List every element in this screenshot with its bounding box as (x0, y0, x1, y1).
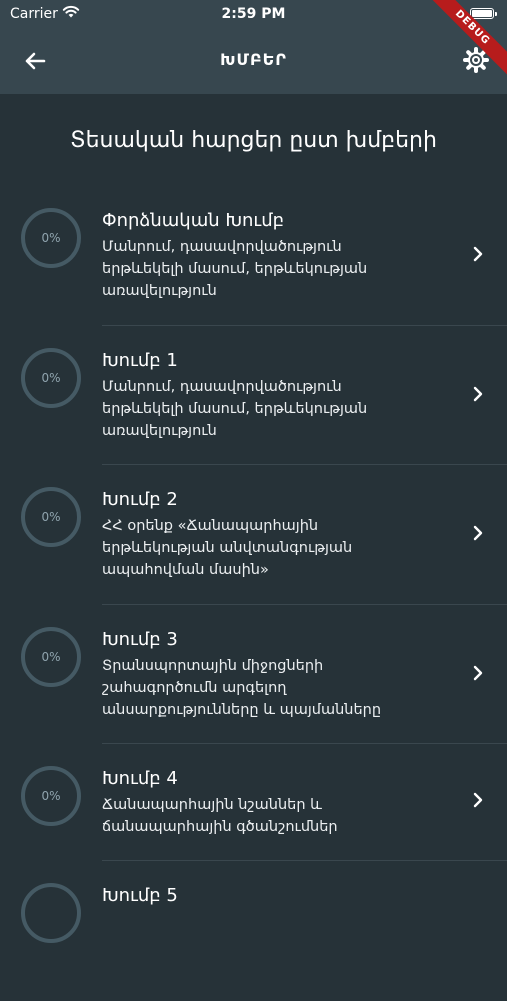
progress-label: 0% (41, 789, 61, 803)
app-bar: ԽՄԲԵՐ (0, 28, 507, 94)
chevron-right-icon (473, 665, 483, 680)
progress-label (25, 887, 77, 939)
group-title: Խումբ 1 (102, 349, 178, 371)
group-item-trial[interactable]: 0% Փորձնական Խումբ Մանրում, դասավորվածու… (0, 186, 507, 326)
group-title: Խումբ 4 (102, 768, 178, 789)
group-title: Փորձնական Խումբ (102, 210, 285, 231)
group-item-5[interactable]: Խումբ 5 (0, 861, 507, 1001)
progress-label: 0% (41, 370, 61, 385)
group-description: Ճանապարհային նշաններ և ճանապարհային գծան… (102, 797, 338, 835)
group-title: Խումբ 5 (102, 885, 178, 906)
page-title: ԽՄԲԵՐ (220, 50, 287, 69)
progress-ring: 0% (21, 347, 81, 408)
clock: 2:59 PM (221, 6, 286, 22)
chevron-right-icon (473, 386, 483, 401)
group-item-4[interactable]: 0% Խումբ 4 Ճանապարհային նշաններ և ճանապա… (0, 744, 507, 861)
status-bar: Carrier 2:59 PM (0, 0, 507, 28)
chevron-right-icon (473, 525, 483, 541)
group-title: Խումբ 2 (102, 489, 178, 510)
progress-ring: 0% (21, 766, 81, 826)
group-description: Տրանսպորտային միջոցների շահագործումն արգ… (102, 657, 382, 718)
progress-ring: 0% (21, 208, 81, 268)
progress-label: 0% (41, 649, 61, 664)
chevron-right-icon (473, 792, 483, 808)
group-item-1[interactable]: 0% Խումբ 1 Մանրում, դասավորվածություն եր… (0, 326, 507, 465)
progress-label: 0% (41, 510, 61, 524)
battery-icon (470, 8, 497, 19)
group-item-2[interactable]: 0% Խումբ 2 ՀՀ օրենք «Ճանապարհային երթևեկ… (0, 465, 507, 605)
section-heading: Տեսական հարցեր ըստ խմբերի (70, 128, 437, 153)
progress-label: 0% (41, 231, 61, 245)
group-title: Խումբ 3 (102, 628, 178, 650)
group-description: Մանրում, դասավորվածություն երթևեկելի մաս… (102, 239, 368, 299)
chevron-right-icon (473, 246, 483, 262)
progress-ring: 0% (21, 626, 81, 687)
group-item-3[interactable]: 0% Խումբ 3 Տրանսպորտային միջոցների շահագ… (0, 605, 507, 744)
group-description: ՀՀ օրենք «Ճանապարհային երթևեկության անվտ… (102, 518, 353, 578)
progress-ring: 0% (21, 487, 81, 547)
group-description: Մանրում, դասավորվածություն երթևեկելի մաս… (102, 378, 368, 439)
gear-icon[interactable] (461, 45, 491, 75)
group-list: 0% Փորձնական Խումբ Մանրում, դասավորվածու… (0, 186, 507, 1001)
progress-ring (21, 883, 81, 943)
